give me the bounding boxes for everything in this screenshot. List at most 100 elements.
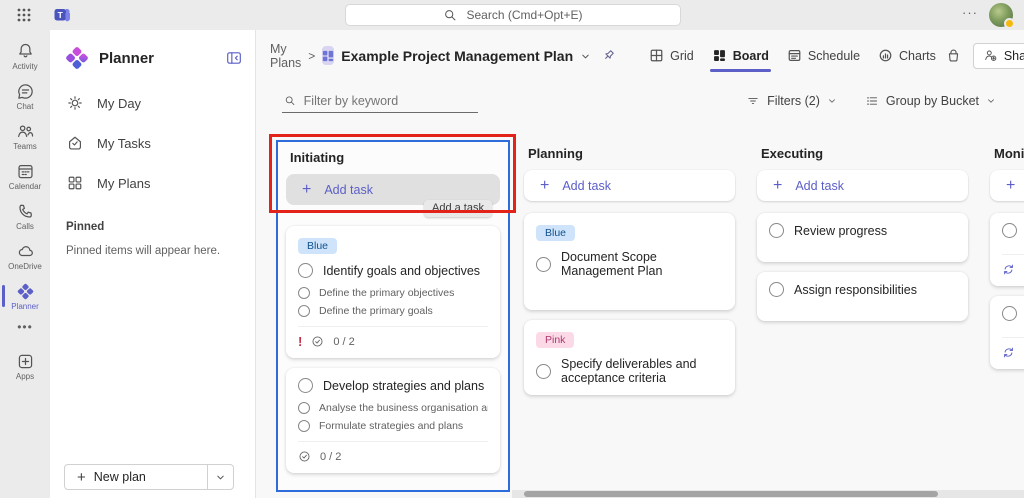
grid-view-icon bbox=[649, 48, 664, 63]
task-title: Review progress bbox=[794, 224, 887, 238]
active-indicator bbox=[2, 285, 5, 307]
search-icon bbox=[443, 8, 457, 22]
tab-grid[interactable]: Grid bbox=[640, 41, 703, 70]
label-pill-blue: Blue bbox=[298, 238, 337, 254]
tab-schedule[interactable]: Schedule bbox=[778, 41, 869, 70]
subtask-row[interactable]: Analyse the business organisation and pe… bbox=[298, 402, 488, 414]
sidebar-item-my-day[interactable]: My Day bbox=[50, 83, 255, 123]
filter-bar: Filters (2) Group by Bucket bbox=[256, 86, 1024, 116]
bell-icon bbox=[16, 42, 35, 61]
rail-item-calendar[interactable]: Calendar bbox=[0, 156, 50, 196]
new-plan-dropdown[interactable] bbox=[207, 465, 233, 489]
bag-icon[interactable] bbox=[945, 47, 962, 64]
share-person-icon bbox=[983, 48, 998, 63]
collapse-panel-icon[interactable] bbox=[225, 49, 243, 67]
filter-keyword-input[interactable] bbox=[304, 94, 476, 108]
subtask-row[interactable]: Formulate strategies and plans bbox=[298, 420, 488, 432]
subtask-checkbox[interactable] bbox=[298, 287, 310, 299]
bucket-column-executing: Executing + Add task Review progress Ass… bbox=[749, 136, 976, 498]
task-card[interactable]: Blue Document Scope Management Plan bbox=[524, 213, 735, 310]
topbar-more-icon[interactable]: ··· bbox=[962, 5, 978, 20]
subtask-row[interactable]: Define the primary objectives bbox=[298, 287, 488, 299]
rail-item-calls[interactable]: Calls bbox=[0, 196, 50, 236]
bucket-name[interactable]: Planning bbox=[528, 146, 735, 161]
task-card[interactable]: Re 19 bbox=[990, 213, 1024, 286]
bucket-name[interactable]: Monitoring bbox=[994, 146, 1024, 161]
tab-board[interactable]: Board bbox=[703, 41, 778, 70]
bucket-name[interactable]: Executing bbox=[761, 146, 968, 161]
task-card[interactable]: Review progress bbox=[757, 213, 968, 262]
task-complete-checkbox[interactable] bbox=[1002, 223, 1017, 238]
grid-squares-icon bbox=[66, 174, 84, 192]
horizontal-scrollbar[interactable] bbox=[512, 490, 1024, 498]
app-rail: Activity Chat Teams Calendar Calls bbox=[0, 30, 50, 498]
header-actions: Share bbox=[945, 43, 1024, 69]
add-task-button[interactable]: + Add task bbox=[524, 170, 735, 201]
task-card[interactable]: Blue Identify goals and objectives Defin… bbox=[286, 226, 500, 358]
waffle-menu-icon[interactable] bbox=[16, 7, 32, 23]
task-complete-checkbox[interactable] bbox=[769, 223, 784, 238]
subtask-checkbox[interactable] bbox=[298, 402, 310, 414]
task-complete-checkbox[interactable] bbox=[298, 263, 313, 278]
board-view-icon bbox=[712, 48, 727, 63]
task-card[interactable]: Assign responsibilities bbox=[757, 272, 968, 321]
apps-plus-icon bbox=[16, 352, 35, 371]
rail-item-chat[interactable]: Chat bbox=[0, 76, 50, 116]
task-title: Document Scope Management Plan bbox=[561, 250, 723, 278]
rail-item-planner[interactable]: Planner bbox=[0, 276, 50, 316]
task-card[interactable]: Pink Specify deliverables and acceptance… bbox=[524, 320, 735, 395]
rail-item-activity[interactable]: Activity bbox=[0, 36, 50, 76]
chevron-down-icon bbox=[215, 472, 226, 483]
plus-icon: + bbox=[540, 178, 549, 194]
rail-item-apps[interactable]: Apps bbox=[0, 346, 50, 386]
rail-item-onedrive[interactable]: OneDrive bbox=[0, 236, 50, 276]
breadcrumb-separator: > bbox=[308, 49, 315, 63]
chevron-down-icon bbox=[827, 96, 837, 106]
task-complete-checkbox[interactable] bbox=[536, 257, 551, 272]
checklist-count: 0 / 2 bbox=[333, 336, 354, 348]
plus-icon: + bbox=[77, 469, 86, 486]
scrollbar-thumb[interactable] bbox=[524, 491, 938, 497]
bucket-column-monitoring: Monitoring + Add task Re 19 bbox=[982, 136, 1024, 498]
task-card[interactable]: Co 19 bbox=[990, 296, 1024, 369]
task-card[interactable]: Develop strategies and plans Analyse the… bbox=[286, 368, 500, 473]
add-task-button[interactable]: + Add task bbox=[990, 170, 1024, 201]
people-icon bbox=[16, 122, 35, 141]
global-search-input[interactable]: Search (Cmd+Opt+E) bbox=[345, 4, 681, 26]
urgent-priority-icon: ! bbox=[298, 335, 302, 348]
title-chevron-icon[interactable] bbox=[580, 51, 591, 62]
task-complete-checkbox[interactable] bbox=[1002, 306, 1017, 321]
planner-logo-icon bbox=[64, 45, 90, 71]
plan-badge-icon bbox=[322, 46, 334, 65]
checklist-count: 0 / 2 bbox=[320, 451, 341, 463]
filter-input-wrap bbox=[282, 90, 478, 113]
sidebar-app-title: Planner bbox=[99, 50, 154, 67]
task-complete-checkbox[interactable] bbox=[536, 364, 551, 379]
task-complete-checkbox[interactable] bbox=[298, 378, 313, 393]
group-by-button[interactable]: Group by Bucket bbox=[865, 94, 996, 108]
chevron-down-icon bbox=[986, 96, 996, 106]
add-task-button[interactable]: + Add task bbox=[757, 170, 968, 201]
tab-charts[interactable]: Charts bbox=[869, 41, 945, 70]
subtask-checkbox[interactable] bbox=[298, 420, 310, 432]
filter-icon bbox=[746, 94, 760, 108]
breadcrumb-my-plans[interactable]: My Plans bbox=[270, 42, 301, 70]
pin-icon[interactable] bbox=[601, 48, 616, 63]
search-icon bbox=[284, 94, 296, 107]
plus-icon: + bbox=[1006, 178, 1015, 194]
filters-button[interactable]: Filters (2) bbox=[746, 94, 837, 108]
avatar[interactable] bbox=[989, 3, 1013, 27]
subtask-checkbox[interactable] bbox=[298, 305, 310, 317]
rail-more-icon[interactable]: ••• bbox=[17, 316, 33, 338]
task-complete-checkbox[interactable] bbox=[769, 282, 784, 297]
sidebar-item-my-tasks[interactable]: My Tasks bbox=[50, 123, 255, 163]
sidebar-item-my-plans[interactable]: My Plans bbox=[50, 163, 255, 203]
phone-icon bbox=[16, 202, 35, 221]
new-plan-button[interactable]: + New plan bbox=[64, 464, 234, 490]
label-pill-pink: Pink bbox=[536, 332, 574, 348]
rail-item-teams[interactable]: Teams bbox=[0, 116, 50, 156]
planner-icon bbox=[16, 282, 35, 301]
subtask-row[interactable]: Define the primary goals bbox=[298, 305, 488, 317]
share-button[interactable]: Share bbox=[973, 43, 1024, 69]
svg-text:T: T bbox=[58, 10, 64, 20]
